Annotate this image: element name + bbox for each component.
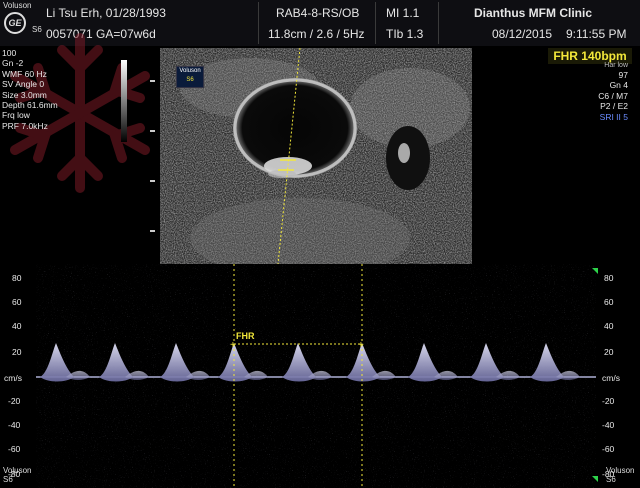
velocity-tick: -20 [8, 396, 21, 406]
velocity-tick: 40 [604, 321, 614, 331]
param-line: 100 [2, 48, 17, 58]
param-line: Gn -2 [2, 58, 24, 69]
velocity-tick: 60 [604, 297, 614, 307]
logo-line: Voluson [179, 68, 201, 74]
logo-line: S6 [186, 77, 194, 83]
depth-marker [150, 80, 155, 82]
brand-line: S6 [3, 475, 13, 484]
probe-label: RAB4-8-RS/OB [276, 6, 360, 20]
bmode-ultrasound-image [160, 48, 472, 264]
harmonic-label: Har low [604, 62, 628, 69]
velocity-tick: -40 [602, 420, 615, 430]
velocity-tick: 60 [12, 297, 22, 307]
brand-label: Voluson [3, 1, 32, 10]
left-parameter-list: 100 Gn -2 WMF 60 Hz SV Angle 0 Size 3.0m… [2, 48, 58, 131]
velocity-tick: 20 [604, 347, 614, 357]
svg-text:+: + [358, 340, 364, 351]
depth-info: 11.8cm / 2.6 / 5Hz [268, 27, 365, 41]
grayscale-bar [121, 60, 127, 142]
svg-text:+: + [230, 340, 236, 351]
brand-line: S6 [606, 475, 616, 484]
header-divider [438, 2, 439, 44]
param-line: 97 [618, 70, 628, 80]
voluson-image-logo: Voluson S6 [176, 66, 204, 88]
velocity-tick: -60 [8, 444, 21, 454]
tib-value: TIb 1.3 [386, 27, 424, 41]
header-divider [258, 2, 259, 44]
sri-setting: SRI II 5 [599, 111, 628, 122]
param-line: PRF 7.0kHz [2, 120, 48, 131]
param-line: SV Angle 0 [2, 79, 45, 90]
velocity-unit-label: cm/s [602, 373, 620, 383]
brand-line: Voluson [3, 466, 32, 475]
velocity-tick: -20 [602, 396, 615, 406]
patient-name: Li Tsu Erh, 01/28/1993 [46, 6, 166, 20]
depth-marker [150, 230, 155, 232]
velocity-tick: -60 [602, 444, 615, 454]
param-line: C6 / M7 [598, 90, 628, 101]
depth-marker [150, 180, 155, 182]
velocity-unit-label: cm/s [4, 373, 22, 383]
footer-brand-left: Voluson S6 [3, 466, 31, 484]
fhr-caliper-label: FHR [236, 331, 255, 341]
velocity-tick: 80 [12, 273, 22, 283]
clinic-name: Dianthus MFM Clinic [474, 6, 592, 20]
param-line: Gn 4 [609, 80, 628, 91]
param-line: WMF 60 Hz [2, 68, 47, 79]
exam-date: 08/12/2015 [492, 27, 553, 41]
param-line: Depth 61.6mm [2, 100, 58, 111]
param-line: Frq low [2, 110, 30, 121]
mi-value: MI 1.1 [386, 6, 420, 20]
velocity-tick: 20 [12, 347, 22, 357]
velocity-tick: 80 [604, 273, 614, 283]
right-parameter-list: 97 Gn 4 C6 / M7 P2 / E2 SRI II 5 [598, 70, 628, 122]
header-divider [375, 2, 376, 44]
footer-brand-right: Voluson S6 [606, 466, 634, 484]
exam-time: 9:11:55 PM [566, 27, 627, 41]
param-line: P2 / E2 [600, 101, 628, 112]
brand-line: Voluson [606, 466, 635, 475]
velocity-tick: -40 [8, 420, 21, 430]
depth-marker [150, 130, 155, 132]
doppler-spectrum: + + [36, 264, 598, 488]
velocity-tick: 40 [12, 321, 22, 331]
param-line: Size 3.0mm [2, 89, 47, 100]
